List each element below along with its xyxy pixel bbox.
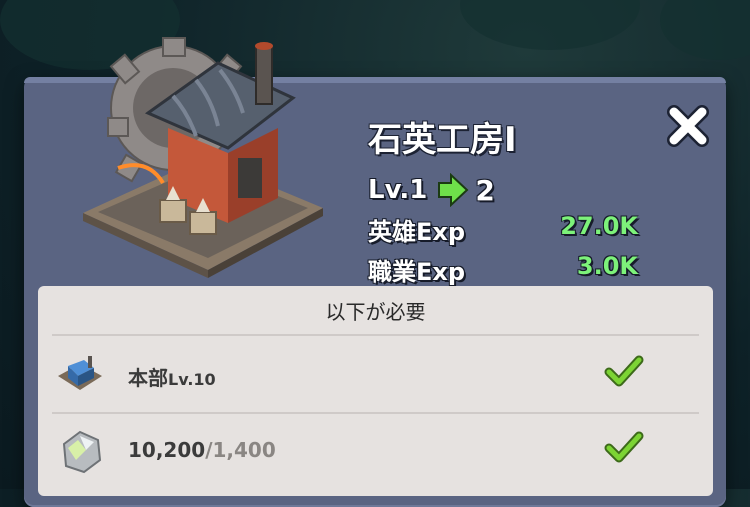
job-exp-value: 3.0K — [576, 252, 638, 280]
hero-exp-value: 27.0K — [560, 212, 638, 240]
quartz-workshop-building-icon — [83, 37, 323, 278]
background-foliage — [460, 0, 640, 50]
requirement-label: 本部Lv.10 — [128, 362, 216, 391]
background-foliage — [660, 0, 750, 60]
current-level: Lv.1 — [368, 175, 428, 205]
checkmark-icon — [604, 431, 644, 463]
divider — [52, 334, 699, 336]
quartz-required: 1,400 — [212, 438, 276, 462]
arrow-right-icon — [438, 173, 469, 207]
hero-exp-label: 英雄Exp — [368, 218, 466, 246]
quartz-amount: 10,200/1,400 — [128, 438, 276, 462]
level-row: Lv.1 2 — [368, 172, 495, 208]
headquarters-icon — [58, 356, 102, 390]
building-title: 石英工房Ⅰ — [368, 120, 517, 160]
headquarters-label: 本部 — [128, 366, 168, 390]
requirement-row-quartz: 10,200/1,400 — [38, 416, 713, 488]
close-button[interactable] — [664, 102, 712, 150]
headquarters-level: Lv.10 — [168, 370, 216, 389]
checkmark-icon — [604, 355, 644, 387]
job-exp-label: 職業Exp — [368, 258, 466, 286]
requirement-row-headquarters: 本部Lv.10 — [38, 338, 713, 410]
requirements-card: 以下が必要 本部Lv.10 10,200/1,400 — [38, 286, 713, 496]
requirements-header: 以下が必要 — [325, 299, 426, 324]
quartz-owned: 10,200 — [128, 438, 206, 462]
next-level: 2 — [475, 173, 495, 207]
quartz-separator: / — [205, 438, 213, 462]
quartz-icon — [62, 430, 102, 474]
divider — [52, 412, 699, 414]
